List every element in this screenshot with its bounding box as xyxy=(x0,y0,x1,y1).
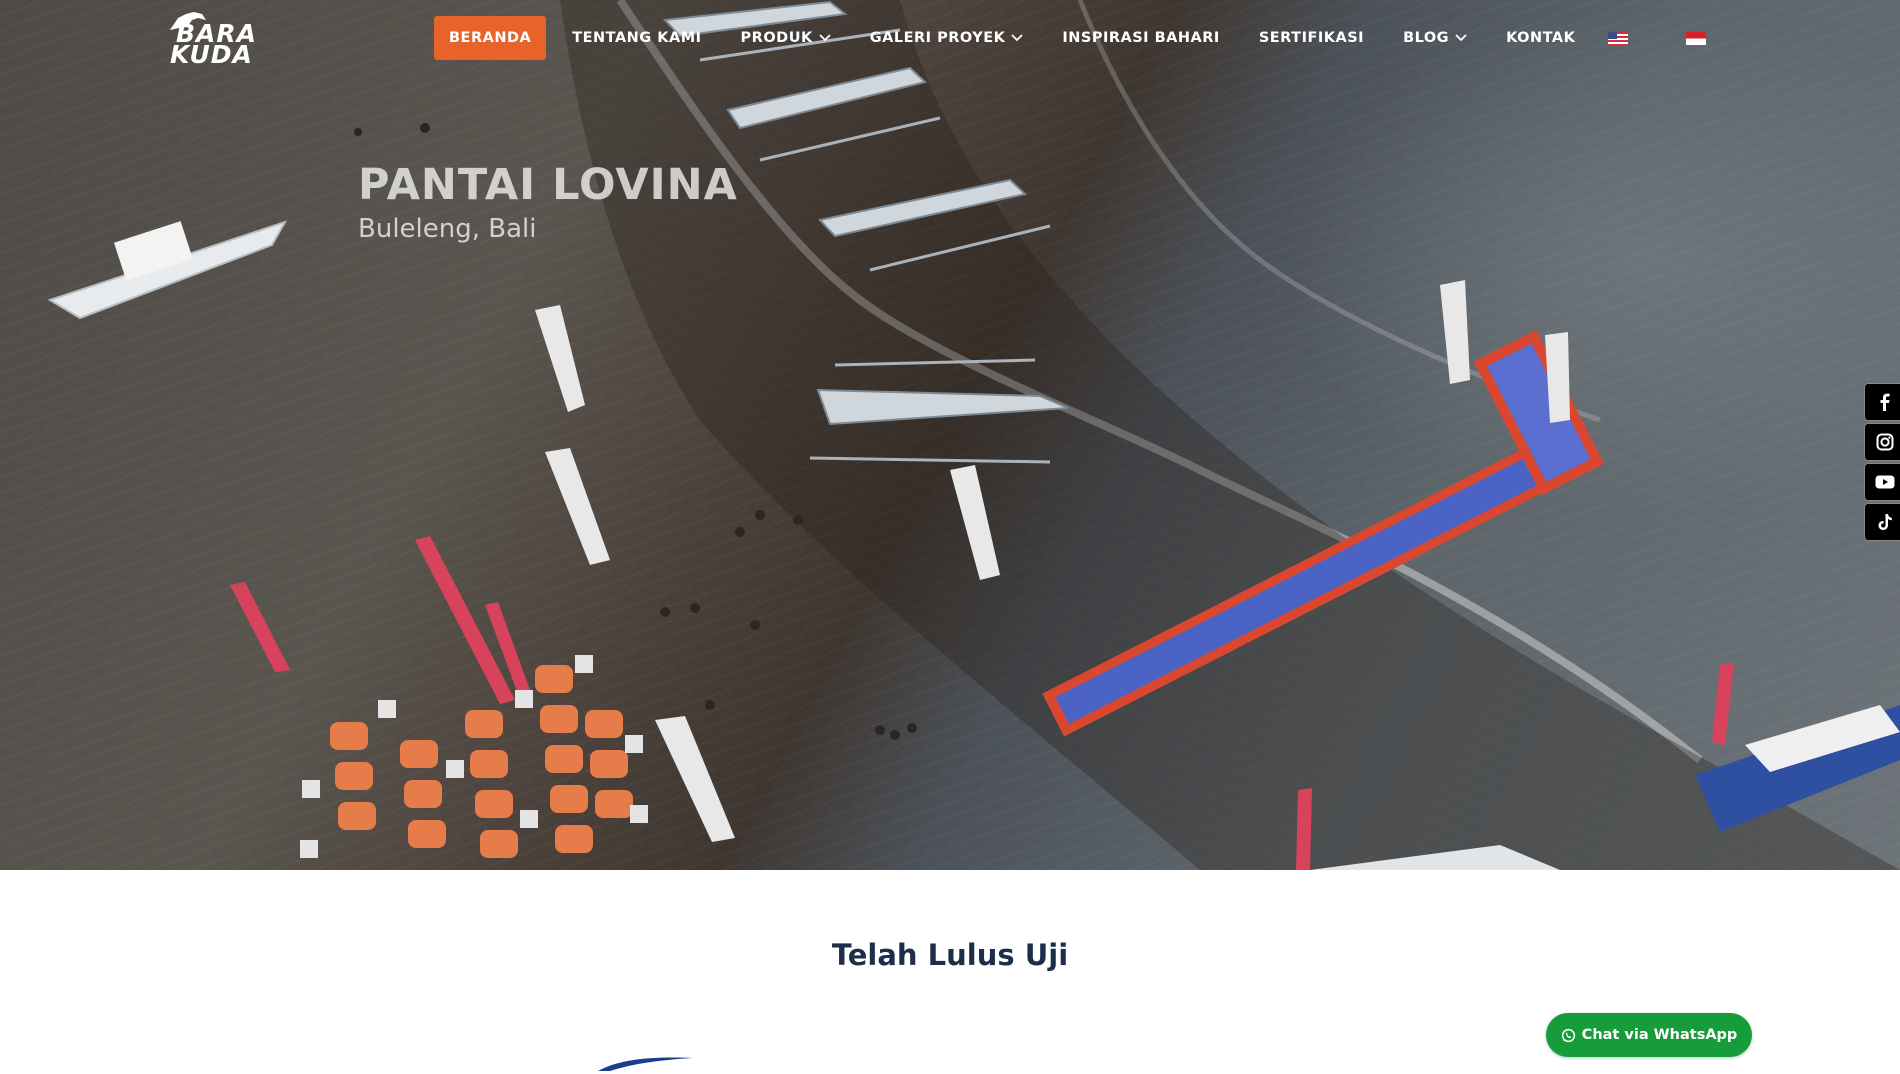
top-navigation: BARA KUDA BERANDA TENTANG KAMI PRODUK GA… xyxy=(0,0,1900,76)
nav-item-blog[interactable]: BLOG xyxy=(1389,16,1481,60)
section-title: Telah Lulus Uji xyxy=(831,938,1069,972)
brand-logo[interactable]: BARA KUDA xyxy=(166,10,280,69)
facebook-icon xyxy=(1880,393,1890,411)
hero-location-subtitle: Buleleng, Bali xyxy=(358,214,537,244)
en-flag-icon[interactable] xyxy=(1608,31,1629,45)
tiktok-link[interactable] xyxy=(1864,503,1900,541)
chevron-down-icon xyxy=(1011,34,1023,42)
nav-item-tentang-kami[interactable]: TENTANG KAMI xyxy=(558,16,715,60)
nav-item-sertifikasi[interactable]: SERTIFIKASI xyxy=(1245,16,1378,60)
nav-item-inspirasi-bahari[interactable]: INSPIRASI BAHARI xyxy=(1048,16,1233,60)
nav-item-label: INSPIRASI BAHARI xyxy=(1062,30,1220,46)
instagram-icon xyxy=(1876,433,1893,451)
hero-location-title: PANTAI LOVINA xyxy=(358,160,738,210)
nav-item-beranda[interactable]: BERANDA xyxy=(434,16,547,60)
certification-logo xyxy=(598,1057,693,1071)
social-sidebar xyxy=(1864,383,1900,543)
nav-item-label: BERANDA xyxy=(449,30,532,46)
nav-item-label: KONTAK xyxy=(1506,30,1576,46)
id-flag-icon[interactable] xyxy=(1686,31,1707,45)
hero-caption: PANTAI LOVINA Buleleng, Bali xyxy=(358,160,738,244)
whatsapp-button-label: Chat via WhatsApp xyxy=(1581,1027,1738,1043)
instagram-link[interactable] xyxy=(1864,423,1900,461)
nav-item-label: PRODUK xyxy=(740,30,813,46)
nav-item-label: GALERI PROYEK xyxy=(869,30,1006,46)
nav-item-label: TENTANG KAMI xyxy=(572,30,702,46)
tiktok-icon xyxy=(1878,514,1892,530)
logo-text-line2: KUDA xyxy=(170,40,253,69)
facebook-link[interactable] xyxy=(1864,383,1900,421)
chevron-down-icon xyxy=(1455,34,1467,42)
hero-banner: PANTAI LOVINA Buleleng, Bali xyxy=(0,0,1900,870)
chevron-down-icon xyxy=(819,34,831,42)
hero-scene-image xyxy=(47,0,1900,870)
whatsapp-icon xyxy=(1561,1028,1575,1042)
youtube-link[interactable] xyxy=(1864,463,1900,501)
nav-item-galeri-proyek[interactable]: GALERI PROYEK xyxy=(856,16,1038,60)
nav-item-label: BLOG xyxy=(1403,30,1450,46)
main-menu: BERANDA TENTANG KAMI PRODUK GALERI PROYE… xyxy=(434,16,1707,60)
nav-item-label: SERTIFIKASI xyxy=(1258,30,1365,46)
nav-item-produk[interactable]: PRODUK xyxy=(727,16,845,60)
whatsapp-chat-button[interactable]: Chat via WhatsApp xyxy=(1546,1013,1752,1057)
nav-item-kontak[interactable]: KONTAK xyxy=(1492,16,1589,60)
youtube-icon xyxy=(1875,475,1894,489)
